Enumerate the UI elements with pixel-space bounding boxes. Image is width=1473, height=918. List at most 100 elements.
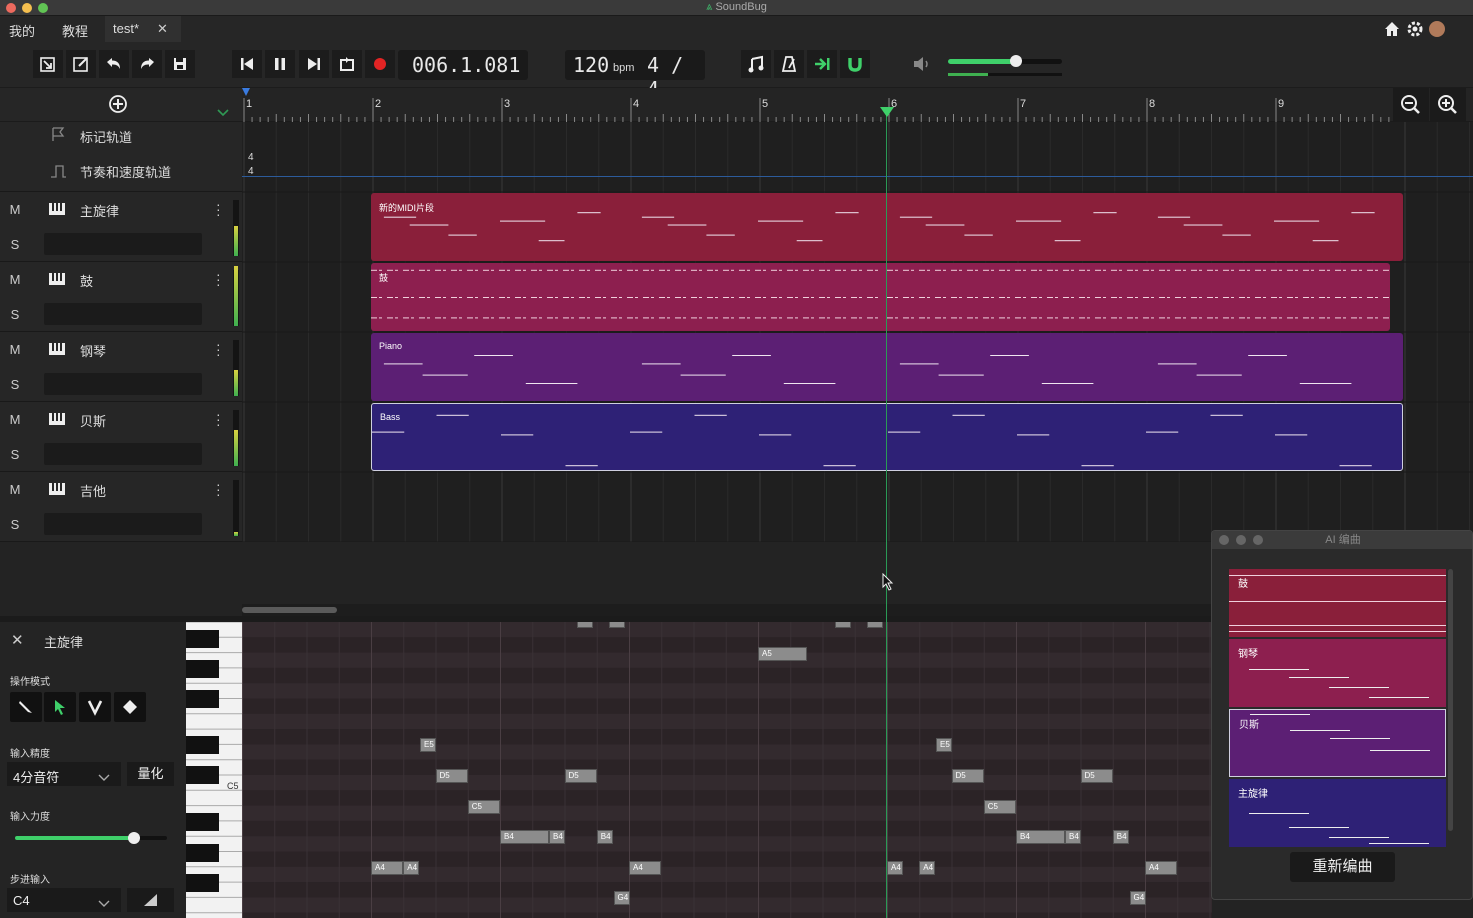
- track-instrument-field[interactable]: [44, 303, 202, 325]
- midi-note[interactable]: B4: [1112, 830, 1129, 845]
- ai-track-clip-1[interactable]: 钢琴: [1229, 639, 1446, 707]
- midi-note[interactable]: G4: [1129, 891, 1146, 906]
- loop-start-marker[interactable]: [242, 88, 250, 96]
- precision-select[interactable]: 4分音符: [7, 762, 121, 786]
- solo-button[interactable]: S: [0, 367, 30, 402]
- skip-back-button[interactable]: [232, 50, 262, 78]
- black-key[interactable]: [186, 813, 219, 831]
- ai-track-clip-0[interactable]: 鼓: [1229, 569, 1446, 637]
- midi-note[interactable]: D5: [564, 769, 597, 783]
- record-button[interactable]: [365, 50, 395, 78]
- track-header-3[interactable]: M S 贝斯 · · ·: [0, 402, 242, 472]
- midi-note[interactable]: A5: [758, 646, 808, 661]
- midi-note[interactable]: B4: [596, 830, 613, 845]
- tempo-display[interactable]: 120 bpm 4 / 4: [565, 50, 705, 101]
- midi-note[interactable]: E5: [420, 738, 437, 753]
- pause-button[interactable]: [265, 50, 295, 78]
- ai-track-clip-2[interactable]: 贝斯: [1229, 709, 1446, 777]
- track-instrument-field[interactable]: [44, 443, 202, 465]
- volume-slider[interactable]: [948, 59, 1062, 64]
- track-menu-icon[interactable]: · · ·: [216, 337, 222, 361]
- midi-note[interactable]: A4: [371, 860, 404, 875]
- midi-note-offscreen[interactable]: [867, 622, 884, 628]
- metronome-button[interactable]: [774, 50, 804, 78]
- step-input-button[interactable]: [127, 888, 174, 912]
- eraser-tool-button[interactable]: [114, 692, 146, 722]
- midi-note[interactable]: D5: [435, 769, 468, 783]
- ai-track-clip-3[interactable]: 主旋律: [1229, 779, 1446, 847]
- midi-note[interactable]: A4: [887, 860, 903, 875]
- track-instrument-field[interactable]: [44, 233, 202, 255]
- edit-button[interactable]: [66, 50, 96, 78]
- home-icon[interactable]: [1383, 20, 1401, 38]
- step-input-select[interactable]: C4: [7, 888, 121, 912]
- midi-note[interactable]: B4: [1065, 830, 1082, 845]
- midi-note[interactable]: A4: [629, 860, 662, 875]
- solo-button[interactable]: S: [0, 437, 30, 472]
- midi-note[interactable]: A4: [1145, 860, 1178, 875]
- track-header-1[interactable]: M S 鼓 · · ·: [0, 262, 242, 332]
- midi-note[interactable]: B4: [549, 830, 566, 845]
- track-menu-icon[interactable]: · · ·: [216, 197, 222, 221]
- tempo-track-header[interactable]: 节奏和速度轨道: [0, 157, 242, 192]
- add-track-icon[interactable]: [108, 94, 128, 114]
- midi-note[interactable]: B4: [1016, 830, 1066, 845]
- tab-close-icon[interactable]: ✕: [157, 21, 168, 37]
- velocity-knob[interactable]: [127, 832, 140, 844]
- midi-note[interactable]: D5: [951, 769, 984, 783]
- select-tool-button[interactable]: [44, 692, 76, 722]
- tab-project[interactable]: test* ✕: [105, 16, 181, 42]
- black-key[interactable]: [186, 874, 219, 892]
- midi-note[interactable]: A4: [919, 860, 936, 875]
- black-key[interactable]: [186, 690, 219, 708]
- playhead-handle[interactable]: [880, 107, 894, 117]
- menu-tutorial[interactable]: 教程: [62, 21, 88, 40]
- skip-forward-button[interactable]: [299, 50, 329, 78]
- chevron-down-icon[interactable]: [216, 104, 230, 117]
- midi-note[interactable]: G4: [613, 891, 630, 906]
- redo-button[interactable]: [132, 50, 162, 78]
- save-button[interactable]: [165, 50, 195, 78]
- mute-button[interactable]: M: [0, 262, 30, 297]
- midi-note[interactable]: A4: [403, 860, 420, 875]
- midi-note[interactable]: C5: [467, 799, 500, 814]
- arrangement-grid[interactable]: [242, 122, 1473, 543]
- solo-button[interactable]: S: [0, 507, 30, 542]
- track-header-4[interactable]: M S 吉他 · · ·: [0, 472, 242, 542]
- midi-note[interactable]: C5: [983, 799, 1016, 814]
- track-name[interactable]: 钢琴: [80, 341, 106, 360]
- track-instrument-field[interactable]: [44, 373, 202, 395]
- ai-close-window-button[interactable]: [1219, 535, 1229, 545]
- midi-clip-3[interactable]: Bass: [371, 403, 1403, 471]
- loop-button[interactable]: [332, 50, 362, 78]
- horizontal-scrollbar[interactable]: [242, 604, 1212, 616]
- rearrange-button[interactable]: 重新编曲: [1290, 852, 1395, 882]
- midi-note[interactable]: D5: [1080, 769, 1113, 783]
- midi-note[interactable]: E5: [936, 738, 953, 753]
- menu-mine[interactable]: 我的: [9, 21, 35, 40]
- track-name[interactable]: 主旋律: [80, 201, 119, 220]
- black-key[interactable]: [186, 844, 219, 862]
- gear-icon[interactable]: [1406, 20, 1424, 38]
- zoom-in-button[interactable]: [1430, 88, 1466, 122]
- midi-note-offscreen[interactable]: [576, 622, 593, 628]
- midi-note[interactable]: B4: [500, 830, 550, 845]
- velocity-slider[interactable]: [15, 836, 167, 840]
- midi-clip-1[interactable]: 鼓: [371, 263, 1390, 331]
- midi-note-offscreen[interactable]: [609, 622, 626, 628]
- solo-button[interactable]: S: [0, 297, 30, 332]
- track-header-0[interactable]: M S 主旋律 · · ·: [0, 192, 242, 262]
- track-instrument-field[interactable]: [44, 513, 202, 535]
- track-menu-icon[interactable]: · · ·: [216, 407, 222, 431]
- midi-clip-0[interactable]: 新的MIDI片段: [371, 193, 1403, 261]
- pencil-tool-button[interactable]: [10, 692, 42, 722]
- track-menu-icon[interactable]: · · ·: [216, 477, 222, 501]
- mute-button[interactable]: M: [0, 332, 30, 367]
- black-key[interactable]: [186, 736, 219, 754]
- velocity-tool-button[interactable]: [79, 692, 111, 722]
- black-key[interactable]: [186, 660, 219, 678]
- note-tool-button[interactable]: [741, 50, 771, 78]
- marker-track-header[interactable]: 标记轨道: [0, 122, 242, 157]
- mute-button[interactable]: M: [0, 192, 30, 227]
- midi-note-offscreen[interactable]: [834, 622, 851, 628]
